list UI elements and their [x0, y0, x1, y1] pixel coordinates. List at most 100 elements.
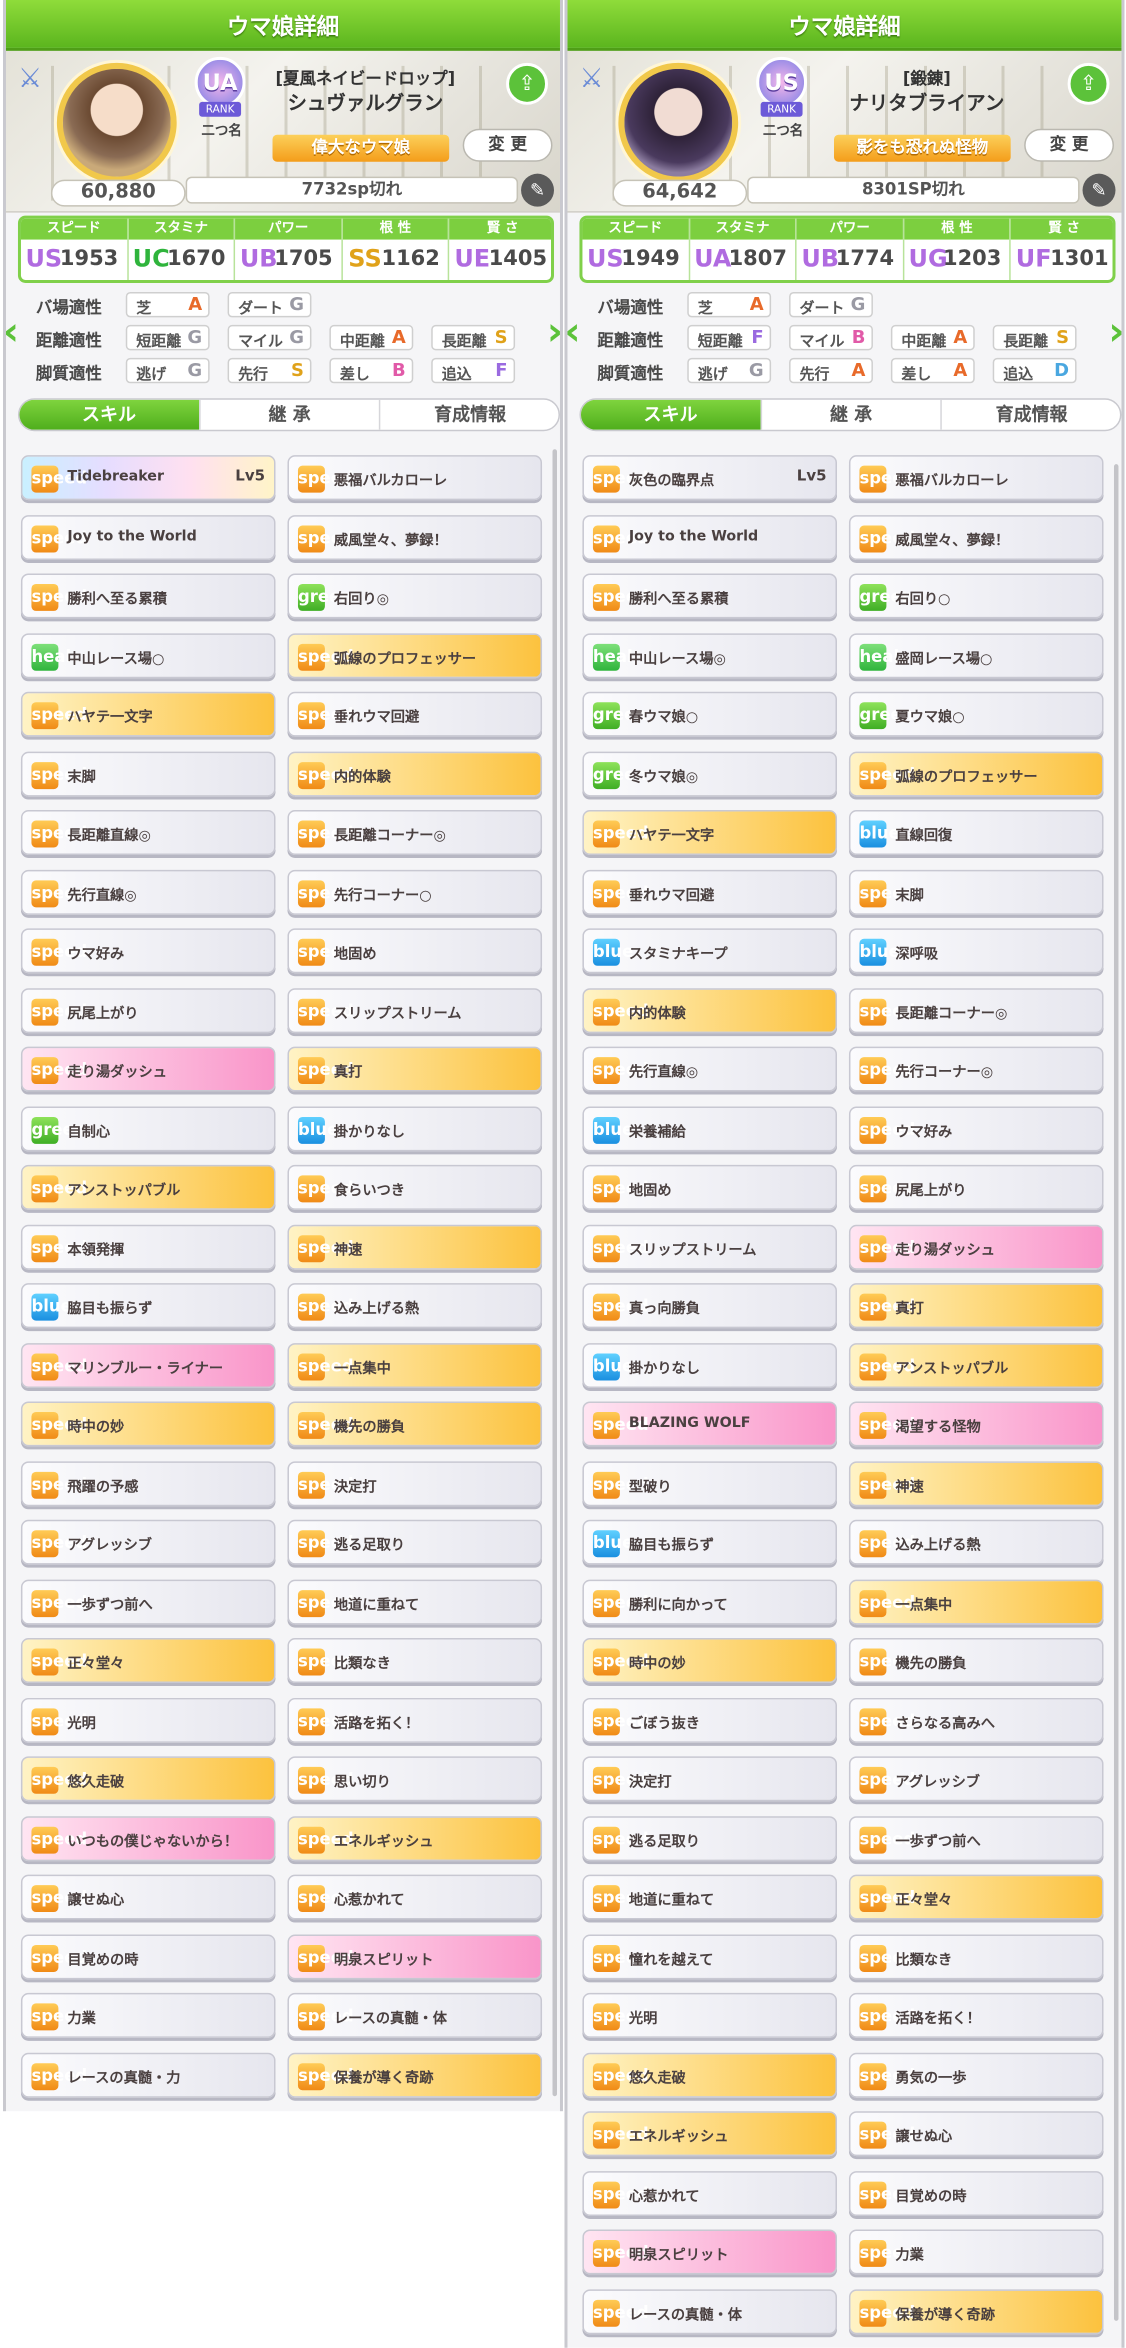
skill-item[interactable]: green 夏ウマ娘○: [848, 691, 1104, 737]
skill-item[interactable]: speed 正々堂々: [20, 1638, 276, 1683]
skill-item[interactable]: speed 型破り: [582, 1460, 837, 1506]
skill-item[interactable]: speed 内的体験: [287, 750, 543, 796]
skill-item[interactable]: speed レースの真髄・力: [20, 2052, 276, 2097]
skill-item[interactable]: speed 弧線のプロフェッサー: [287, 632, 543, 678]
edit-pencil-icon[interactable]: ✎: [1082, 173, 1116, 207]
support-card-icon[interactable]: ⚔: [579, 63, 621, 96]
skill-item[interactable]: speed 長距離コーナー◎: [848, 987, 1104, 1033]
skill-item[interactable]: speed 勝利へ至る累積: [20, 573, 276, 619]
skill-item[interactable]: blue 脇目も振らず: [20, 1283, 276, 1329]
skill-item[interactable]: speed 思い切り: [287, 1756, 543, 1802]
skill-item[interactable]: green 春ウマ娘○: [582, 691, 837, 737]
skill-item[interactable]: speed 地固め: [582, 1164, 837, 1210]
skill-item[interactable]: speed エネルギッシュ: [287, 1815, 543, 1861]
skill-item[interactable]: speed 先行直線◎: [20, 869, 276, 915]
skill-item[interactable]: speed 時中の妙: [582, 1638, 837, 1683]
skill-item[interactable]: speed 長距離直線◎: [20, 810, 276, 855]
skill-item[interactable]: speed スリップストリーム: [287, 987, 543, 1033]
skill-item[interactable]: speed 悪福バルカローレ: [287, 455, 543, 501]
skill-item[interactable]: speed 末脚: [848, 869, 1104, 915]
skill-item[interactable]: heal 盛岡レース場○: [848, 632, 1104, 678]
share-icon[interactable]: ⇪: [1067, 62, 1110, 105]
skill-item[interactable]: speed 保養が導く奇跡: [848, 2288, 1104, 2334]
skill-item[interactable]: speed 尻尾上がり: [848, 1164, 1104, 1210]
skill-item[interactable]: speed 灰色の臨界点 Lv5: [582, 455, 837, 501]
skill-item[interactable]: speed 長距離コーナー◎: [287, 810, 543, 855]
skill-item[interactable]: speed レースの真髄・体: [582, 2288, 837, 2334]
skill-item[interactable]: speed 一歩ずつ前へ: [848, 1815, 1104, 1861]
skill-item[interactable]: speed 決定打: [287, 1460, 543, 1506]
skill-item[interactable]: speed 時中の妙: [20, 1401, 276, 1447]
skill-item[interactable]: speed 真打: [287, 1046, 543, 1092]
next-character-arrow-icon[interactable]: ›: [539, 310, 560, 355]
skill-item[interactable]: speed 機先の勝負: [287, 1401, 543, 1447]
skill-item[interactable]: green 右回り○: [848, 573, 1104, 619]
skill-item[interactable]: speed 目覚めの時: [848, 2170, 1104, 2216]
skill-item[interactable]: speed 活路を拓く！: [848, 1992, 1104, 2038]
skill-item[interactable]: heal 中山レース場◎: [582, 632, 837, 678]
scrollbar[interactable]: [1113, 464, 1119, 2321]
prev-character-arrow-icon[interactable]: ‹: [6, 310, 27, 355]
skill-item[interactable]: speed レースの真髄・体: [287, 1992, 543, 2038]
tab-0[interactable]: スキル: [19, 399, 201, 430]
skill-item[interactable]: speed マリンブルー・ライナー: [20, 1342, 276, 1388]
skill-item[interactable]: speed いつもの僕じゃないから！: [20, 1815, 276, 1861]
skill-item[interactable]: speed 渇望する怪物: [848, 1401, 1104, 1447]
tab-1[interactable]: 継 承: [762, 399, 943, 430]
skill-item[interactable]: blue 掛かりなし: [582, 1342, 837, 1388]
skill-item[interactable]: blue 栄養補給: [582, 1105, 837, 1151]
skill-item[interactable]: speed アンストッパブル: [848, 1342, 1104, 1388]
skill-item[interactable]: speed 勇気の一歩: [848, 2052, 1104, 2097]
skill-item[interactable]: speed 明泉スピリット: [287, 1933, 543, 1979]
skill-item[interactable]: speed 神速: [287, 1224, 543, 1269]
skill-item[interactable]: speed ハヤテ一文字: [582, 810, 837, 855]
character-avatar[interactable]: [618, 62, 739, 183]
skill-item[interactable]: speed アグレッシブ: [848, 1756, 1104, 1802]
skill-item[interactable]: speed 保養が導く奇跡: [287, 2052, 543, 2097]
skill-item[interactable]: speed 悠久走破: [582, 2052, 837, 2097]
skill-item[interactable]: speed 正々堂々: [848, 1874, 1104, 1920]
skill-item[interactable]: speed 地固め: [287, 928, 543, 974]
skill-item[interactable]: heal 中山レース場○: [20, 632, 276, 678]
skill-item[interactable]: speed 決定打: [582, 1756, 837, 1802]
skill-item[interactable]: speed 心惹かれて: [287, 1874, 543, 1920]
edit-pencil-icon[interactable]: ✎: [521, 173, 555, 207]
tab-1[interactable]: 継 承: [200, 399, 381, 430]
skill-item[interactable]: speed 飛躍の予感: [20, 1460, 276, 1506]
tab-0[interactable]: スキル: [580, 399, 762, 430]
skill-item[interactable]: speed 明泉スピリット: [582, 2229, 837, 2275]
skill-item[interactable]: speed 食らいつき: [287, 1164, 543, 1210]
skill-item[interactable]: speed 威風堂々、夢録！: [287, 514, 543, 560]
skill-item[interactable]: speed 譲せぬ心: [20, 1874, 276, 1920]
skill-item[interactable]: speed 一点集中: [848, 1578, 1104, 1624]
skill-item[interactable]: speed 力業: [848, 2229, 1104, 2275]
skill-item[interactable]: speed ウマ好み: [20, 928, 276, 974]
skill-item[interactable]: speed 込み上げる熱: [287, 1283, 543, 1329]
skill-item[interactable]: speed 比類なき: [287, 1638, 543, 1683]
skill-item[interactable]: speed 地道に重ねて: [287, 1578, 543, 1624]
skill-item[interactable]: speed 神速: [848, 1460, 1104, 1506]
skill-item[interactable]: speed 垂れウマ回避: [582, 869, 837, 915]
skill-item[interactable]: speed 先行コーナー○: [287, 869, 543, 915]
skill-item[interactable]: speed 逃る足取り: [582, 1815, 837, 1861]
skill-item[interactable]: speed 活路を拓く！: [287, 1697, 543, 1743]
tab-2[interactable]: 育成情報: [381, 400, 559, 430]
skill-item[interactable]: speed 一歩ずつ前へ: [20, 1578, 276, 1624]
skill-item[interactable]: speed 力業: [20, 1992, 276, 2038]
tab-2[interactable]: 育成情報: [942, 400, 1120, 430]
skill-item[interactable]: blue スタミナキープ: [582, 928, 837, 974]
skill-item[interactable]: speed 弧線のプロフェッサー: [848, 750, 1104, 796]
skill-item[interactable]: speed Joy to the World: [582, 514, 837, 560]
character-avatar[interactable]: [56, 62, 177, 183]
skill-item[interactable]: speed 悠久走破: [20, 1756, 276, 1802]
skill-item[interactable]: speed 先行直線◎: [582, 1046, 837, 1092]
skill-item[interactable]: speed 末脚: [20, 750, 276, 796]
skill-item[interactable]: speed 地道に重ねて: [582, 1874, 837, 1920]
skill-item[interactable]: blue 深呼吸: [848, 928, 1104, 974]
support-card-icon[interactable]: ⚔: [18, 63, 60, 96]
share-icon[interactable]: ⇪: [506, 62, 549, 105]
skill-item[interactable]: speed 先行コーナー◎: [848, 1046, 1104, 1092]
skill-item[interactable]: speed 機先の勝負: [848, 1638, 1104, 1683]
skill-item[interactable]: speed 真っ向勝負: [582, 1283, 837, 1329]
skill-item[interactable]: speed 勝利に向かって: [582, 1578, 837, 1624]
